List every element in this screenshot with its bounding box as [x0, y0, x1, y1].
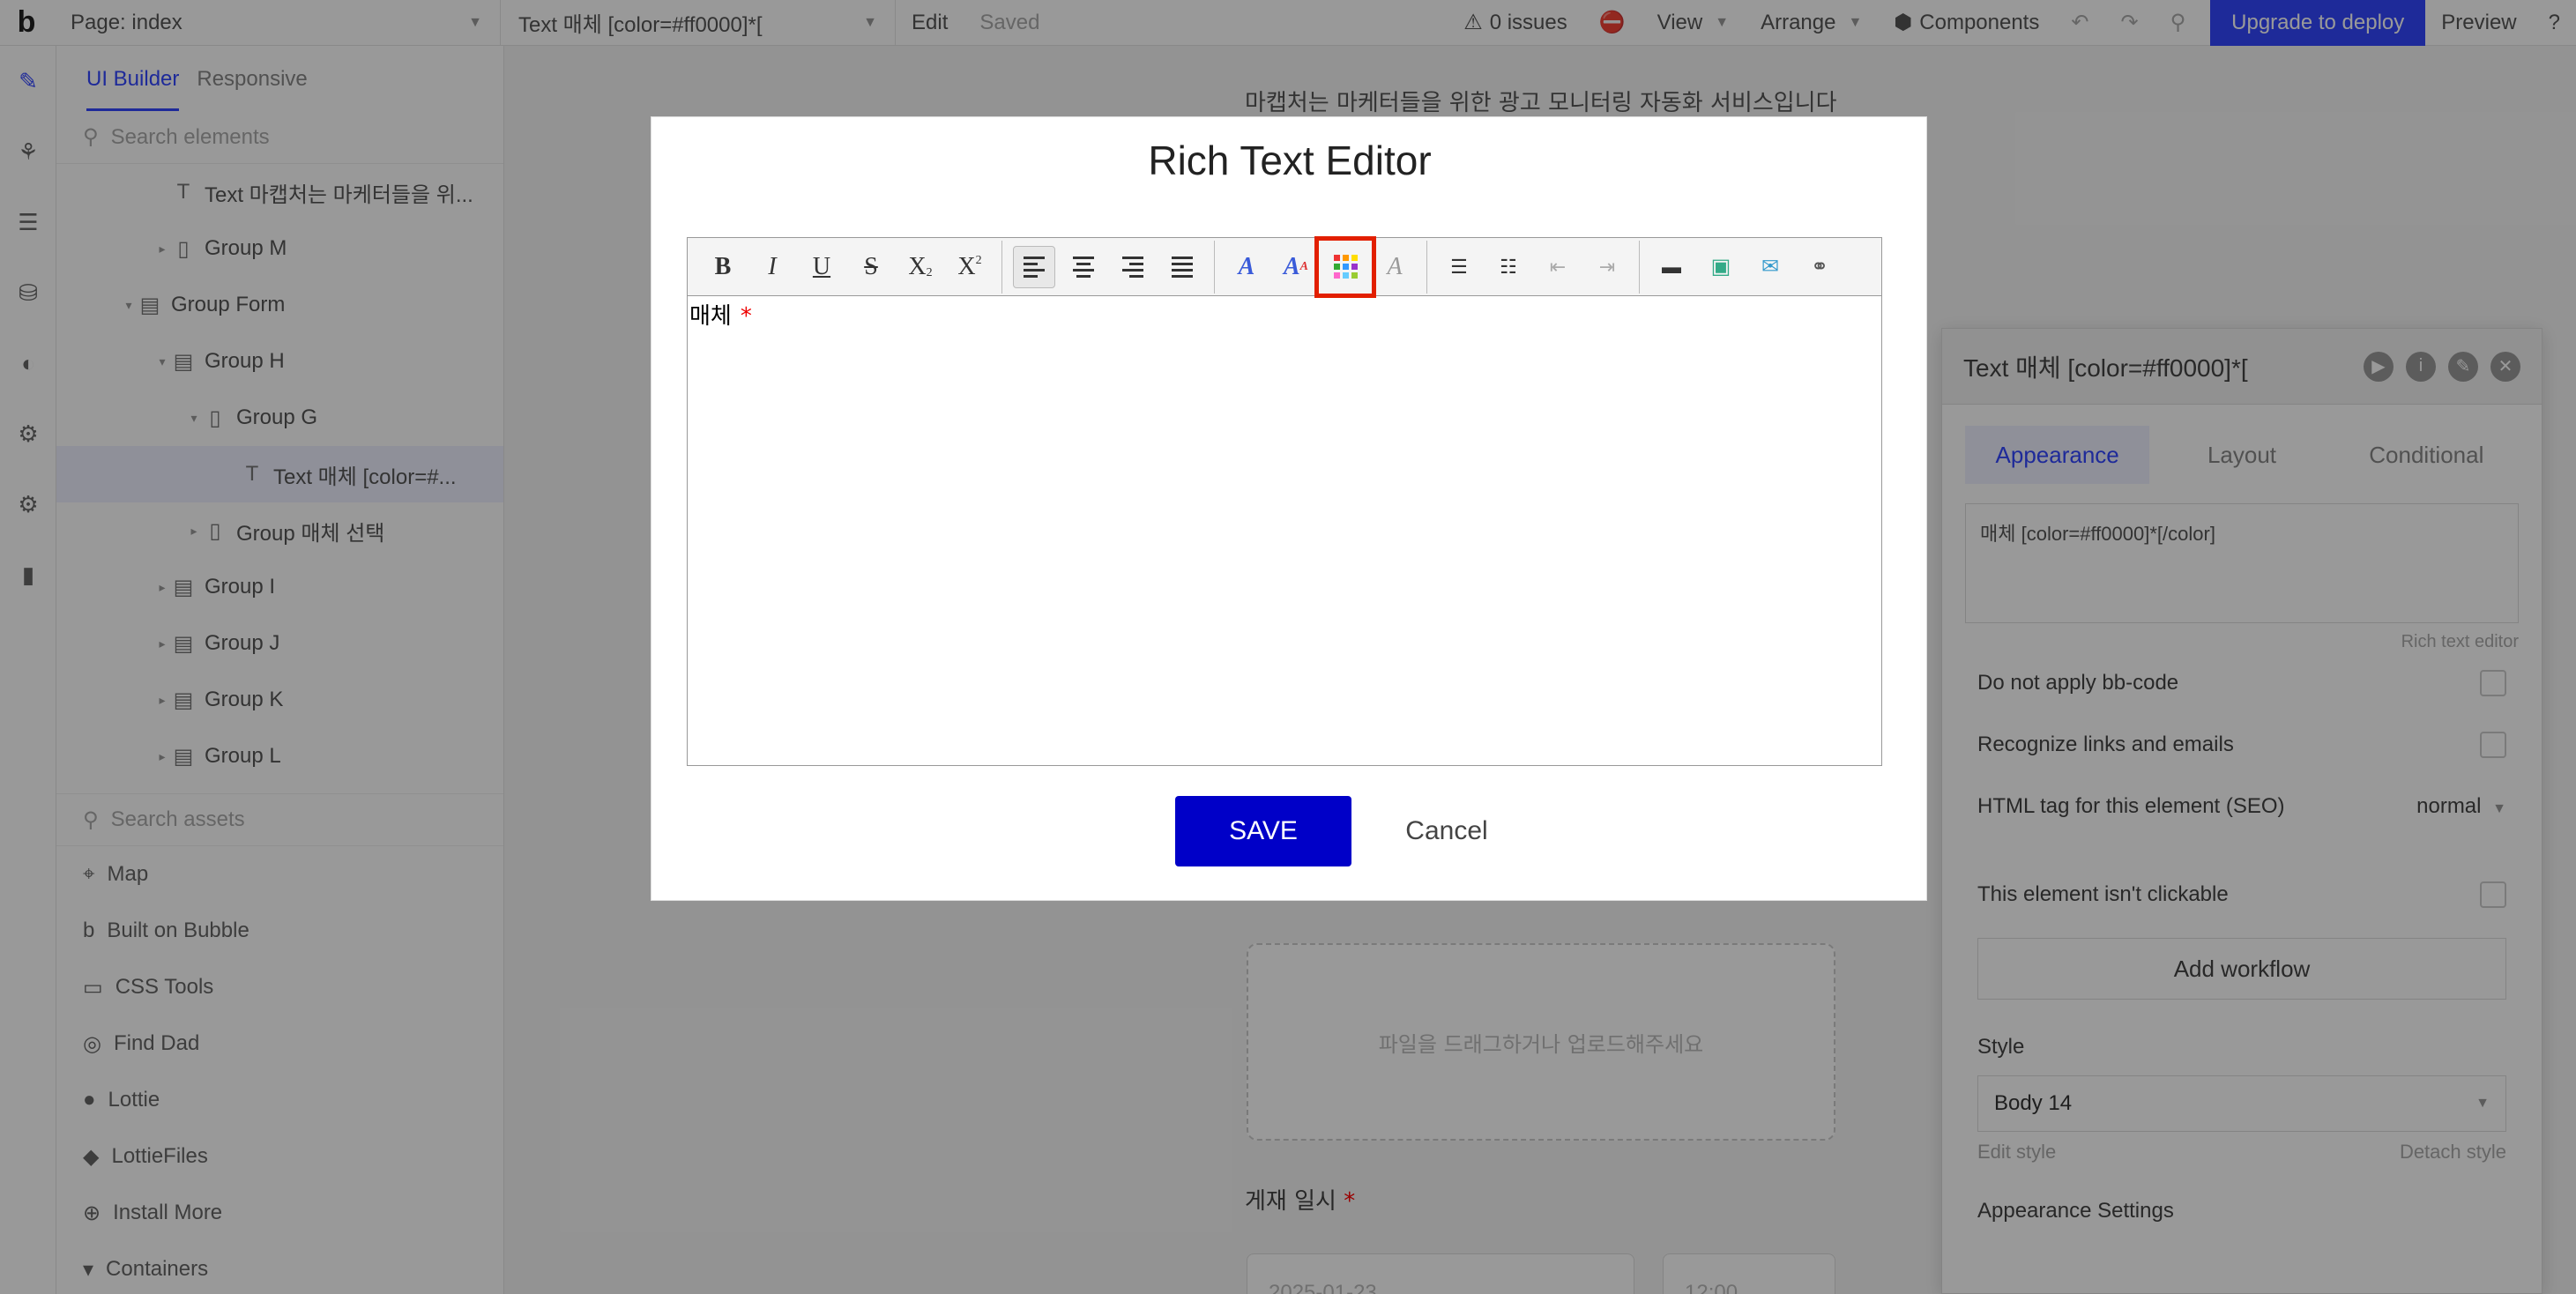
toolbar-separator — [1001, 240, 1002, 294]
insert-email-button[interactable]: ✉ — [1749, 246, 1791, 288]
bold-button[interactable]: B — [702, 246, 744, 288]
color-palette-icon — [1333, 255, 1358, 279]
toolbar-separator — [1214, 240, 1215, 294]
remove-format-button[interactable]: A — [1374, 246, 1416, 288]
numbered-list-button[interactable]: ☷ — [1487, 246, 1530, 288]
insert-image-button[interactable]: ▣ — [1700, 246, 1742, 288]
strikethrough-button[interactable]: S — [850, 246, 892, 288]
font-size-button[interactable]: AA — [1275, 246, 1317, 288]
superscript-button[interactable]: X2 — [949, 246, 991, 288]
align-justify-button[interactable] — [1161, 246, 1203, 288]
subscript-icon: 2 — [926, 265, 933, 279]
align-left-icon — [1024, 256, 1045, 278]
subscript-button[interactable]: X2 — [899, 246, 942, 288]
content-required-marker: * — [740, 303, 752, 330]
italic-button[interactable]: I — [751, 246, 793, 288]
rich-text-editor: B I U S X2 X2 A AA A ☰ ☷ ⇤ ⇥ ▬ ▣ ✉ ⚭ 매체 … — [687, 235, 1882, 766]
align-center-icon — [1073, 256, 1094, 278]
size-icon: A — [1299, 259, 1309, 273]
save-button[interactable]: SAVE — [1175, 796, 1351, 866]
align-left-button[interactable] — [1013, 245, 1055, 288]
editor-content[interactable]: 매체 * — [688, 296, 1881, 332]
text-color-button[interactable] — [1314, 235, 1376, 298]
horizontal-rule-button[interactable]: ▬ — [1650, 246, 1693, 288]
bullet-list-button[interactable]: ☰ — [1438, 246, 1480, 288]
insert-link-button[interactable]: ⚭ — [1798, 246, 1841, 288]
align-center-button[interactable] — [1062, 246, 1105, 288]
superscript-icon: 2 — [975, 253, 982, 267]
underline-button[interactable]: U — [800, 246, 843, 288]
cancel-button[interactable]: Cancel — [1385, 796, 1508, 866]
rich-text-editor-modal: Rich Text Editor B I U S X2 X2 A AA A ☰ … — [651, 116, 1927, 901]
font-family-button[interactable]: A — [1225, 246, 1268, 288]
align-justify-icon — [1172, 256, 1193, 278]
modal-title: Rich Text Editor — [1148, 138, 1432, 183]
toolbar-separator — [1426, 240, 1427, 294]
outdent-button[interactable]: ⇤ — [1537, 246, 1579, 288]
indent-button[interactable]: ⇥ — [1586, 246, 1628, 288]
editor-toolbar: B I U S X2 X2 A AA A ☰ ☷ ⇤ ⇥ ▬ ▣ ✉ ⚭ — [688, 235, 1881, 298]
align-right-button[interactable] — [1112, 246, 1154, 288]
align-right-icon — [1122, 256, 1143, 278]
content-text: 매체 — [689, 303, 732, 330]
toolbar-separator — [1639, 240, 1640, 294]
